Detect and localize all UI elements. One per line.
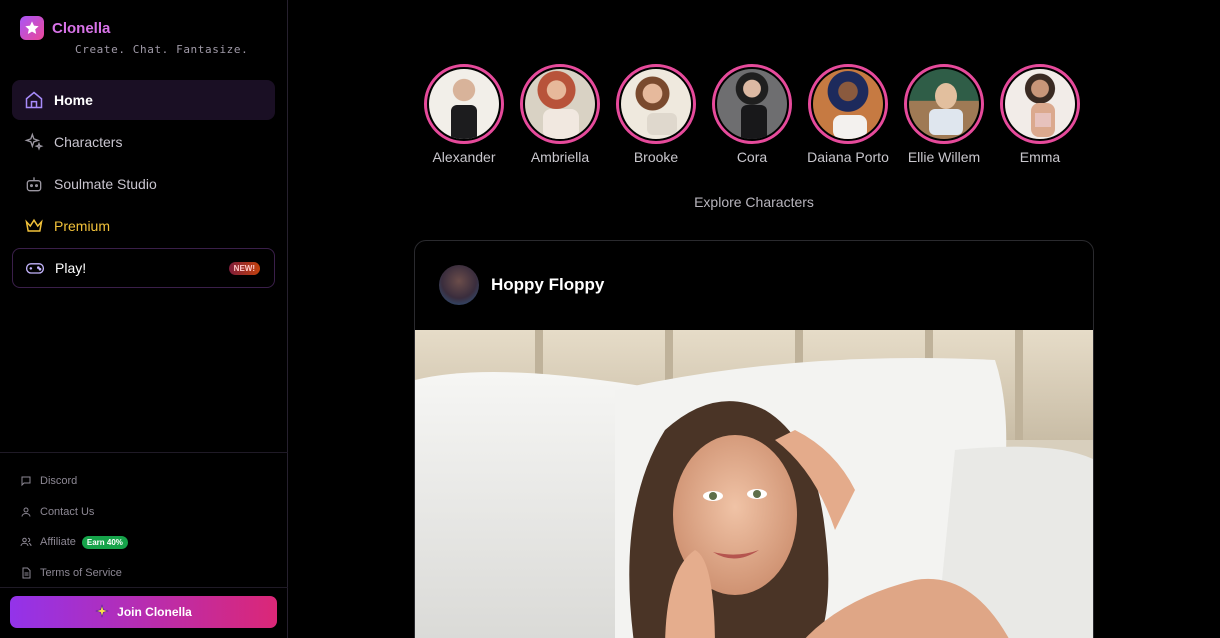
message-icon (20, 475, 32, 487)
users-icon (20, 536, 32, 548)
post-photo (415, 330, 1093, 638)
earn-badge: Earn 40% (81, 535, 128, 549)
footer-link-label: Discord (40, 475, 78, 488)
avatar (909, 69, 979, 139)
story-item[interactable]: Alexander (416, 64, 512, 165)
story-item[interactable]: Emma (992, 64, 1088, 165)
sidebar-divider (0, 452, 288, 453)
nav-item-characters[interactable]: Characters (12, 122, 275, 162)
nav-item-premium[interactable]: Premium (12, 206, 275, 246)
story-ring (808, 64, 888, 144)
gamepad-icon (25, 258, 45, 278)
footer-links: Discord Contact Us Affiliate Earn 40% Te… (20, 466, 128, 588)
post-card: Hoppy Floppy (414, 240, 1094, 638)
home-icon (24, 90, 44, 110)
brand-name: Clonella (52, 19, 111, 37)
post-author-name[interactable]: Hoppy Floppy (491, 275, 604, 295)
new-badge: NEW! (228, 262, 260, 275)
crown-icon (24, 216, 44, 236)
story-name: Ambriella (530, 149, 590, 165)
post-image[interactable] (415, 330, 1093, 638)
footer-link-label: Affiliate (40, 536, 76, 549)
story-item[interactable]: Cora (704, 64, 800, 165)
story-ring (520, 64, 600, 144)
brand[interactable]: Clonella (20, 16, 110, 40)
sidebar-divider (0, 587, 288, 588)
story-ring (904, 64, 984, 144)
story-item[interactable]: Daiana Porto (800, 64, 896, 165)
story-name: Ellie Willem (907, 149, 981, 165)
story-name: Daiana Porto (807, 149, 889, 165)
avatar (525, 69, 595, 139)
sidebar: Clonella Create. Chat. Fantasize. Home C… (0, 0, 288, 638)
nav-item-home[interactable]: Home (12, 80, 275, 120)
nav-item-soulmate-studio[interactable]: Soulmate Studio (12, 164, 275, 204)
brand-tagline: Create. Chat. Fantasize. (75, 43, 249, 56)
user-icon (20, 506, 32, 518)
story-name: Cora (736, 149, 768, 165)
sparkles-icon (24, 132, 44, 152)
story-ring (424, 64, 504, 144)
document-icon (20, 567, 32, 579)
story-item[interactable]: Ambriella (512, 64, 608, 165)
footer-link-label: Contact Us (40, 505, 95, 518)
avatar (429, 69, 499, 139)
post-author-avatar[interactable] (439, 265, 479, 305)
avatar (717, 69, 787, 139)
robot-icon (24, 174, 44, 194)
nav-item-label: Characters (54, 134, 123, 150)
nav-item-label: Home (54, 92, 93, 108)
contact-us-link[interactable]: Contact Us (20, 497, 128, 528)
footer-link-label: Terms of Service (40, 566, 122, 579)
discord-link[interactable]: Discord (20, 466, 128, 497)
avatar (1005, 69, 1075, 139)
story-item[interactable]: Brooke (608, 64, 704, 165)
nav-item-label: Play! (55, 260, 87, 276)
story-item[interactable]: Ellie Willem (896, 64, 992, 165)
story-name: Emma (1019, 149, 1061, 165)
character-stories: Alexander Ambriella Brooke Cora Daiana P… (416, 64, 1096, 174)
story-ring (616, 64, 696, 144)
story-name: Alexander (432, 149, 496, 165)
nav-item-play[interactable]: Play! NEW! (12, 248, 275, 288)
join-button[interactable]: Join Clonella (10, 596, 277, 628)
star-logo-icon (20, 16, 44, 40)
nav-item-label: Soulmate Studio (54, 176, 157, 192)
join-button-label: Join Clonella (117, 605, 192, 619)
story-ring (712, 64, 792, 144)
avatar (813, 69, 883, 139)
main-nav: Home Characters Soulmate Studio Premium … (12, 80, 275, 290)
post-header: Hoppy Floppy (415, 241, 1093, 329)
story-ring (1000, 64, 1080, 144)
nav-item-label: Premium (54, 218, 111, 234)
story-name: Brooke (633, 149, 679, 165)
terms-link[interactable]: Terms of Service (20, 558, 128, 589)
sparkle-icon (95, 603, 109, 621)
affiliate-link[interactable]: Affiliate Earn 40% (20, 527, 128, 558)
avatar (621, 69, 691, 139)
explore-characters-link[interactable]: Explore Characters (604, 194, 904, 210)
